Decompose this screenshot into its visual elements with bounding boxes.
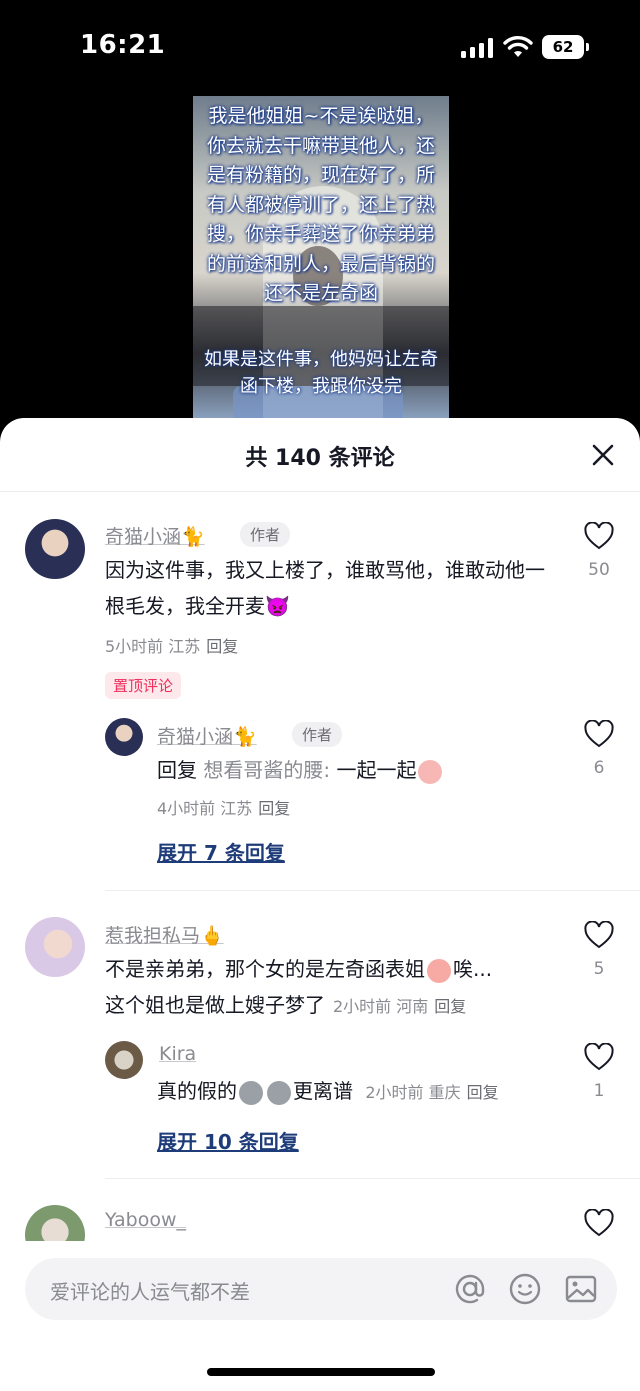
comment-input[interactable]: 爱评论的人运气都不差 <box>50 1276 250 1305</box>
video-thumbnail[interactable]: 我是他姐姐~不是诶哒姐，你去就去干嘛带其他人，还是有粉籍的，现在好了，所有人都被… <box>193 96 449 418</box>
reply-time-location: 4小时前 江苏 <box>157 799 253 818</box>
comment-username[interactable]: 奇猫小涵🐈 <box>105 522 205 549</box>
reply-text[interactable]: 回复 想看哥酱的腰: 一起一起 <box>157 752 557 788</box>
avatar[interactable] <box>25 917 85 977</box>
like-count: 6 <box>593 758 605 778</box>
heart-icon <box>584 1043 614 1071</box>
reply-text[interactable]: 真的假的 更离谱 2小时前 重庆 回复 <box>157 1073 577 1111</box>
close-icon[interactable] <box>588 440 618 470</box>
home-indicator[interactable] <box>207 1368 435 1376</box>
comment-username[interactable]: Yaboow_ <box>105 1209 186 1231</box>
like-button[interactable]: 6 <box>579 720 619 778</box>
comments-header: 共 140 条评论 <box>0 418 640 492</box>
like-count: 50 <box>588 560 610 580</box>
avatar[interactable] <box>105 1041 143 1079</box>
reply-body-post: 更离谱 <box>293 1079 353 1103</box>
comment-meta: 2小时前 河南 回复 <box>333 997 466 1016</box>
comment-text-line1: 不是亲弟弟，那个女的是左奇函表姐 <box>105 957 425 981</box>
reply-target-username[interactable]: 想看哥酱的腰: <box>203 758 330 782</box>
reply-button[interactable]: 回复 <box>258 799 290 818</box>
author-badge: 作者 <box>240 522 291 547</box>
status-bar: 16:21 62 <box>0 0 640 96</box>
reply-body: 一起一起 <box>336 758 417 782</box>
video-overlay-text: 我是他姐姐~不是诶哒姐，你去就去干嘛带其他人，还是有粉籍的，现在好了，所有人都被… <box>206 105 435 304</box>
emoji-icon <box>267 1080 291 1105</box>
emoji-icon <box>427 958 451 983</box>
comment-text-line2: 这个姐也是做上嫂子梦了 <box>105 993 325 1017</box>
pinned-badge: 置顶评论 <box>105 672 182 699</box>
comment-text[interactable]: 不是亲弟弟，那个女的是左奇函表姐 唉... 这个姐也是做上嫂子梦了 2小时前 河南回… <box>105 951 565 1025</box>
cellular-signal-icon <box>461 38 493 58</box>
comment-text[interactable]: 因为这件事，我又上楼了，谁敢骂他，谁敢动他一根毛发，我全开麦👿 <box>105 552 555 624</box>
battery-level: 62 <box>542 35 584 59</box>
comment-meta: 5小时前 江苏 回复 <box>105 633 238 657</box>
reply-button[interactable]: 回复 <box>206 637 238 656</box>
comment-item: 奇猫小涵🐈 作者 因为这件事，我又上楼了，谁敢骂他，谁敢动他一根毛发，我全开麦👿… <box>0 492 640 892</box>
expand-replies-button[interactable]: 展开 10 条回复 <box>157 1126 299 1155</box>
reply-time-location: 2小时前 重庆 <box>365 1083 461 1102</box>
reply-username[interactable]: 奇猫小涵🐈 <box>157 722 257 749</box>
like-count: 5 <box>593 959 605 979</box>
emoji-icon <box>239 1080 263 1105</box>
like-count: 1 <box>593 1081 605 1101</box>
emoji-icon[interactable] <box>507 1271 543 1307</box>
battery-indicator: 62 <box>542 35 590 59</box>
heart-icon <box>584 921 614 949</box>
comment-item: 惹我担私马🖕 不是亲弟弟，那个女的是左奇函表姐 唉... 这个姐也是做上嫂子梦了 2… <box>0 891 640 1181</box>
reply-prefix: 回复 <box>157 758 197 782</box>
expand-replies-button[interactable]: 展开 7 条回复 <box>157 837 285 866</box>
heart-icon <box>584 720 614 748</box>
video-overlay-text-sub: 如果是这件事，他妈妈让左奇函下楼，我跟你没完 <box>204 349 438 397</box>
comment-time-location: 2小时前 河南 <box>333 997 429 1016</box>
status-time: 16:21 <box>80 30 166 60</box>
battery-tip <box>586 43 589 51</box>
heart-icon <box>584 522 614 550</box>
author-badge: 作者 <box>292 722 343 747</box>
avatar[interactable] <box>105 718 143 756</box>
reply-body-pre: 真的假的 <box>157 1079 237 1103</box>
comment-item: Yaboow_ <box>0 1179 640 1241</box>
comment-time-location: 5小时前 江苏 <box>105 637 201 656</box>
like-button[interactable] <box>579 1209 619 1237</box>
image-icon[interactable] <box>563 1271 599 1307</box>
avatar[interactable] <box>25 1205 85 1241</box>
like-button[interactable]: 50 <box>579 522 619 580</box>
comment-input-bar[interactable]: 爱评论的人运气都不差 <box>25 1258 617 1320</box>
like-button[interactable]: 5 <box>579 921 619 979</box>
reply-button[interactable]: 回复 <box>467 1083 499 1102</box>
like-button[interactable]: 1 <box>579 1043 619 1101</box>
comment-username[interactable]: 惹我担私马🖕 <box>105 921 224 948</box>
comments-count-title: 共 140 条评论 <box>245 446 395 471</box>
heart-icon <box>584 1209 614 1237</box>
reply-meta: 4小时前 江苏 回复 <box>157 795 290 819</box>
comments-sheet: 共 140 条评论 奇猫小涵🐈 作者 因为这件事，我又上楼了，谁敢骂他，谁敢动他… <box>0 418 640 1391</box>
reply-button[interactable]: 回复 <box>434 997 466 1016</box>
emoji-icon <box>418 759 443 784</box>
at-icon[interactable] <box>452 1271 488 1307</box>
avatar[interactable] <box>25 519 85 579</box>
wifi-icon <box>503 36 533 57</box>
reply-username[interactable]: Kira <box>159 1043 196 1065</box>
reply-meta: 2小时前 重庆 回复 <box>365 1083 498 1102</box>
comment-text-line1-tail: 唉... <box>453 957 493 981</box>
